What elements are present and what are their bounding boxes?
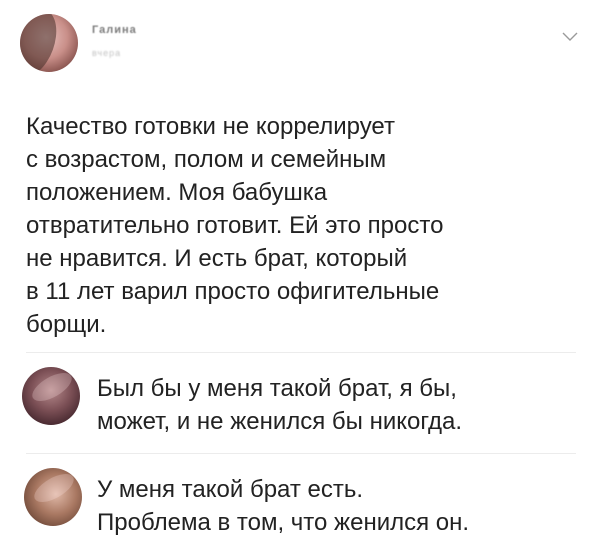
post-timestamp: вчера — [92, 48, 122, 58]
avatar-image-detail — [20, 14, 65, 72]
post-text: Качество готовки не коррелирует с возрас… — [26, 110, 566, 341]
comment-text-line: может, и не женился бы никогда. — [97, 408, 463, 435]
comment-text: Был бы у меня такой брат, я бы, может, и… — [97, 372, 577, 438]
author-name[interactable]: Галина — [92, 24, 137, 36]
comment-text-line: У меня такой брат есть. — [97, 476, 364, 503]
post-text-line: положением. Моя бабушка — [26, 179, 328, 206]
post-text-line: в 11 лет варил просто офигительные — [26, 278, 440, 305]
post-text-line: не нравится. И есть брат, который — [26, 245, 408, 272]
comment-avatar[interactable] — [22, 367, 80, 425]
chevron-down-icon[interactable] — [561, 30, 579, 44]
post-card: Галина вчера Качество готовки не коррели… — [0, 0, 600, 555]
author-avatar[interactable] — [20, 14, 78, 72]
post-text-line: с возрастом, полом и семейным — [26, 146, 387, 173]
comment-divider — [26, 453, 576, 454]
post-text-line: Качество готовки не коррелирует — [26, 113, 395, 140]
post-text-line: борщи. — [26, 311, 107, 338]
post-text-line: отвратительно готовит. Ей это просто — [26, 212, 444, 239]
avatar-image-detail — [27, 367, 77, 407]
comments-divider — [26, 352, 576, 353]
comment-text: У меня такой брат есть. Проблема в том, … — [97, 473, 577, 539]
comment-text-line: Был бы у меня такой брат, я бы, — [97, 375, 457, 402]
avatar-image-detail — [29, 468, 79, 508]
comment-avatar[interactable] — [24, 468, 82, 526]
comment-text-line: Проблема в том, что женился он. — [97, 509, 470, 536]
